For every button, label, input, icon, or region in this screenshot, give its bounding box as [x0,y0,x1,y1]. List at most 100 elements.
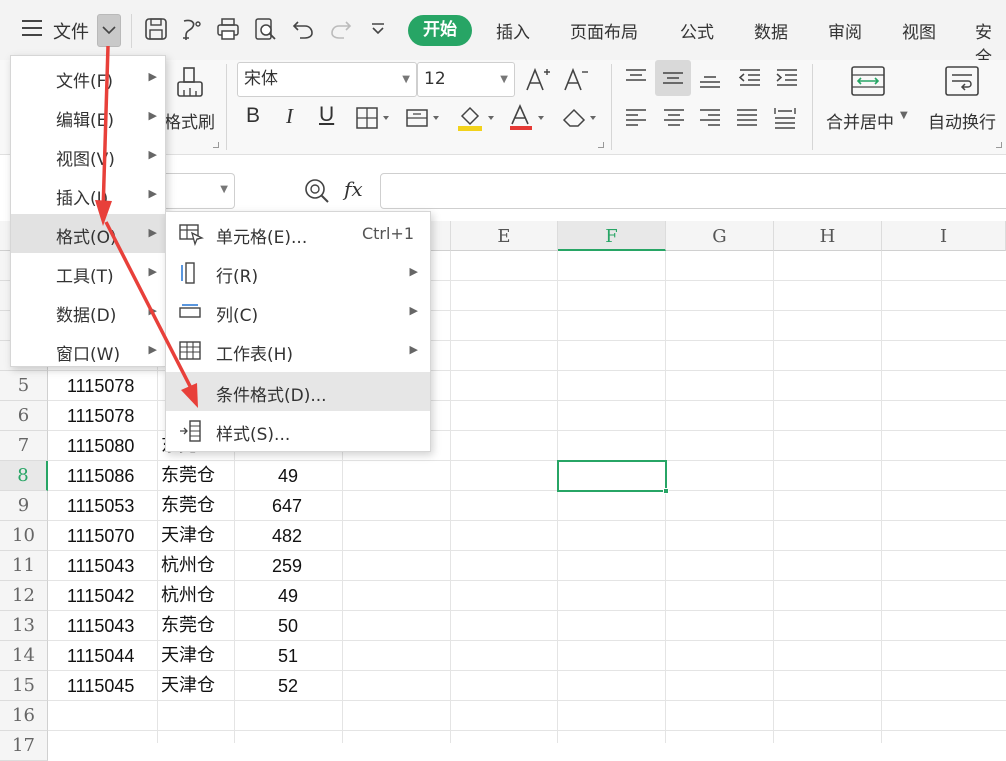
wrap-text-label[interactable]: 自动换行 [928,108,996,133]
tab-data[interactable]: 数据 [754,18,788,43]
align-left-icon[interactable] [623,106,649,130]
print-icon[interactable] [215,16,241,42]
increase-indent-icon[interactable] [774,66,800,90]
table-cell[interactable]: 1115043 [67,611,134,641]
wrap-text-icon[interactable] [944,64,980,98]
table-cell[interactable]: 1115045 [67,671,134,701]
align-right-icon[interactable] [697,106,723,130]
fill-format-icon[interactable] [405,106,445,130]
menu-item-edit[interactable]: 编辑(E) ▶ [11,97,165,136]
distributed-align-icon[interactable] [772,104,798,130]
table-cell[interactable]: 1115044 [67,641,134,671]
merge-center-label[interactable]: 合并居中 [826,108,894,133]
table-cell[interactable]: 杭州仓 [161,551,215,581]
menu-item-insert[interactable]: 插入(I) ▶ [11,175,165,214]
insert-function-button[interactable]: fx [344,177,363,201]
column-header-i[interactable]: I [882,221,1006,251]
menu-item-column[interactable]: 列(C) ▶ [166,292,430,331]
table-cell[interactable]: 482 [272,521,302,551]
font-size-select[interactable]: 12 ▼ [417,62,515,97]
file-menu-label[interactable]: 文件 [53,18,89,44]
menu-item-styles[interactable]: 样式(S)... [166,411,430,450]
font-color-icon[interactable] [508,104,552,132]
row-header[interactable]: 10 [0,521,48,551]
table-cell[interactable]: 1115042 [67,581,134,611]
row-header[interactable]: 15 [0,671,48,701]
tab-insert[interactable]: 插入 [496,18,530,43]
font-name-select[interactable]: 宋体 ▼ [237,62,417,97]
align-middle-button[interactable] [655,60,691,96]
table-cell[interactable]: 东莞仓 [161,461,215,491]
table-cell[interactable]: 52 [278,671,298,701]
table-cell[interactable]: 1115043 [67,551,134,581]
table-cell[interactable]: 259 [272,551,302,581]
clipboard-group-launcher[interactable] [213,142,219,148]
alignment-group-launcher[interactable] [996,142,1002,148]
align-center-icon[interactable] [661,106,687,130]
font-group-launcher[interactable] [598,142,604,148]
print-preview-icon[interactable] [252,16,278,42]
table-cell[interactable]: 1115078 [67,401,134,431]
row-header[interactable]: 11 [0,551,48,581]
fill-handle[interactable] [663,488,669,494]
table-cell[interactable]: 647 [272,491,302,521]
menu-item-row[interactable]: 行(R) ▶ [166,253,430,292]
format-painter-icon[interactable] [172,64,208,100]
tab-home[interactable]: 开始 [408,15,472,46]
tab-page-layout[interactable]: 页面布局 [570,18,638,43]
file-menu-dropdown-button[interactable] [97,14,121,47]
table-cell[interactable]: 1115086 [67,461,134,491]
row-header[interactable]: 16 [0,701,48,731]
table-cell[interactable]: 51 [278,641,298,671]
italic-button[interactable]: I [286,104,293,129]
hamburger-menu-icon[interactable] [22,20,44,38]
menu-item-file[interactable]: 文件(F) ▶ [11,58,165,97]
align-bottom-icon[interactable] [697,66,723,90]
chevron-down-icon[interactable]: ▼ [900,110,908,121]
justify-icon[interactable] [734,106,760,130]
table-cell[interactable]: 东莞仓 [161,611,215,641]
tab-formulas[interactable]: 公式 [680,18,714,43]
customize-toolbar-icon[interactable] [365,16,391,42]
menu-item-view[interactable]: 视图(V) ▶ [11,136,165,175]
menu-item-conditional-formatting[interactable]: 条件格式(D)... [166,372,430,411]
borders-icon[interactable] [355,106,395,130]
table-cell[interactable]: 天津仓 [161,521,215,551]
menu-item-tools[interactable]: 工具(T) ▶ [11,253,165,292]
undo-icon[interactable] [290,16,316,42]
formula-input[interactable] [380,173,1006,209]
row-header[interactable]: 5 [0,371,48,401]
menu-item-format[interactable]: 格式(O) ▶ [11,214,165,253]
redo-icon[interactable] [328,16,354,42]
column-header-f[interactable]: F [558,221,666,251]
table-cell[interactable]: 1115078 [67,371,134,401]
menu-item-worksheet[interactable]: 工作表(H) ▶ [166,331,430,370]
menu-item-data[interactable]: 数据(D) ▶ [11,292,165,331]
menu-item-window[interactable]: 窗口(W) ▶ [11,331,165,370]
row-header[interactable]: 9 [0,491,48,521]
table-cell[interactable]: 49 [278,581,298,611]
row-header[interactable]: 13 [0,611,48,641]
export-icon[interactable] [178,16,204,42]
decrease-indent-icon[interactable] [737,66,763,90]
save-icon[interactable] [143,16,169,42]
row-header-selected[interactable]: 8 [0,461,48,491]
decrease-font-size-icon[interactable] [562,66,590,94]
increase-font-size-icon[interactable] [524,66,552,94]
clear-format-icon[interactable] [560,104,604,132]
tab-review[interactable]: 审阅 [828,18,862,43]
name-box[interactable]: ▼ [160,173,235,209]
table-cell[interactable]: 1115053 [67,491,134,521]
fill-color-icon[interactable] [456,104,500,132]
row-header[interactable]: 12 [0,581,48,611]
table-cell[interactable]: 49 [278,461,298,491]
table-cell[interactable]: 东莞仓 [161,491,215,521]
zoom-function-icon[interactable] [303,177,331,205]
align-top-icon[interactable] [623,66,649,90]
tab-view[interactable]: 视图 [902,18,936,43]
table-cell[interactable]: 1115070 [67,521,134,551]
table-cell[interactable]: 1115080 [67,431,134,461]
underline-button[interactable]: U [319,103,334,127]
active-cell-selection[interactable] [557,460,669,494]
row-header[interactable]: 17 [0,731,48,761]
